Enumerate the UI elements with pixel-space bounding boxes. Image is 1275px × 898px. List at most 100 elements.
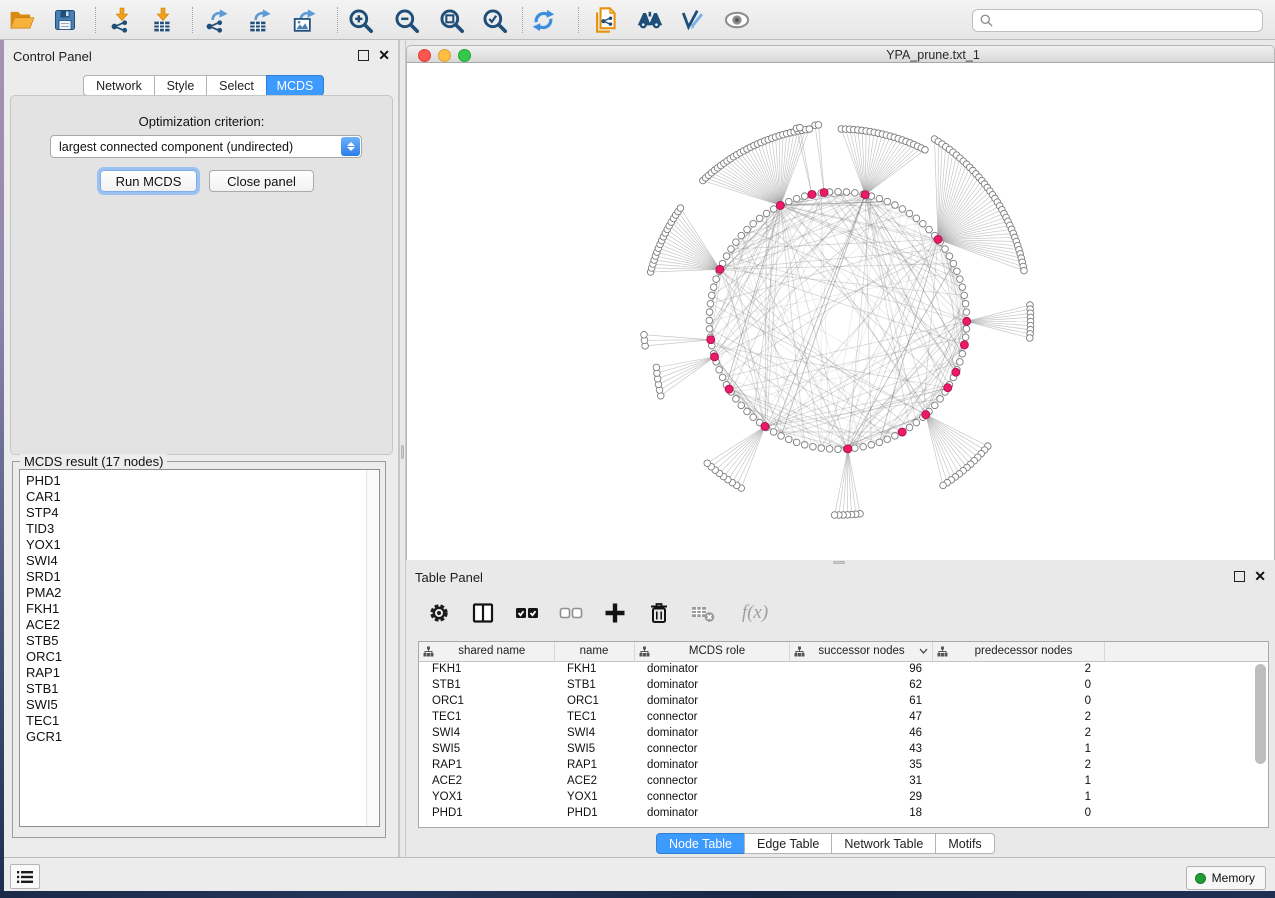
table-row[interactable]: RAP1RAP1dominator352 [419,757,1269,773]
table-cell[interactable]: 35 [789,757,932,773]
mcds-result-node[interactable]: ORC1 [26,649,379,665]
deselect-all-columns-icon[interactable] [558,600,584,626]
mcds-result-node[interactable]: FKH1 [26,601,379,617]
tab-network-table[interactable]: Network Table [831,833,936,854]
table-cell[interactable]: 1 [932,789,1104,805]
table-cell[interactable]: 0 [932,693,1104,709]
table-settings-icon[interactable] [426,600,452,626]
mcds-result-node[interactable]: STB1 [26,681,379,697]
column-header-shared-name[interactable]: shared name [419,642,554,661]
mcds-result-node[interactable]: STP4 [26,505,379,521]
table-cell[interactable]: STB1 [419,677,554,693]
export-image-icon[interactable] [291,6,319,34]
save-session-icon[interactable] [51,6,79,34]
table-row[interactable]: ORC1ORC1dominator610 [419,693,1269,709]
table-cell[interactable]: dominator [634,677,789,693]
add-column-icon[interactable] [602,600,628,626]
minimize-window-icon[interactable] [438,49,451,62]
table-cell[interactable]: connector [634,741,789,757]
column-header-successor-nodes[interactable]: successor nodes [789,642,932,661]
apply-layout-icon[interactable] [529,6,557,34]
column-header-predecessor-nodes[interactable]: predecessor nodes [932,642,1104,661]
table-cell[interactable]: SWI4 [554,725,634,741]
table-cell[interactable]: 61 [789,693,932,709]
close-panel-icon[interactable]: ✕ [378,50,390,61]
table-cell[interactable]: 0 [932,677,1104,693]
mcds-result-node[interactable]: RAP1 [26,665,379,681]
export-table-icon[interactable] [246,6,274,34]
zoom-fit-content-icon[interactable] [437,6,465,34]
tab-mcds[interactable]: MCDS [266,75,324,96]
delete-column-icon[interactable] [646,600,672,626]
float-panel-icon[interactable] [358,50,369,61]
table-cell[interactable]: 0 [932,805,1104,821]
table-cell[interactable]: dominator [634,661,789,677]
import-table-icon[interactable] [149,6,177,34]
table-cell[interactable]: connector [634,789,789,805]
mcds-result-node[interactable]: PHD1 [26,473,379,489]
table-cell[interactable]: 29 [789,789,932,805]
mcds-result-node[interactable]: GCR1 [26,729,379,745]
maximize-window-icon[interactable] [458,49,471,62]
run-mcds-button[interactable]: Run MCDS [100,170,197,192]
table-cell[interactable]: YOX1 [419,789,554,805]
table-cell[interactable]: 2 [932,709,1104,725]
table-cell[interactable]: 1 [932,741,1104,757]
table-cell[interactable]: RAP1 [554,757,634,773]
table-cell[interactable]: SWI4 [419,725,554,741]
import-network-icon[interactable] [108,6,136,34]
column-header-name[interactable]: name [554,642,634,661]
table-cell[interactable]: ACE2 [554,773,634,789]
mcds-result-list[interactable]: PHD1CAR1STP4TID3YOX1SWI4SRD1PMA2FKH1ACE2… [19,469,380,827]
search-input[interactable] [972,9,1263,32]
table-cell[interactable]: connector [634,709,789,725]
clone-network-icon[interactable] [593,6,621,34]
table-cell[interactable]: dominator [634,757,789,773]
mcds-list-scrollbar[interactable] [366,470,379,826]
table-cell[interactable]: PHD1 [419,805,554,821]
tab-node-table[interactable]: Node Table [656,833,745,854]
column-header-mcds-role[interactable]: MCDS role [634,642,789,661]
table-row[interactable]: SWI5SWI5connector431 [419,741,1269,757]
table-cell[interactable]: 2 [932,661,1104,677]
table-cell[interactable]: 2 [932,725,1104,741]
mcds-result-node[interactable]: SWI4 [26,553,379,569]
annotation-pen-icon[interactable] [678,6,706,34]
mcds-result-node[interactable]: TID3 [26,521,379,537]
mcds-result-node[interactable]: ACE2 [26,617,379,633]
table-cell[interactable]: ORC1 [554,693,634,709]
tab-motifs[interactable]: Motifs [935,833,994,854]
table-cell[interactable]: 31 [789,773,932,789]
task-history-button[interactable] [10,864,40,889]
table-cell[interactable]: ORC1 [419,693,554,709]
table-cell[interactable]: dominator [634,725,789,741]
table-cell[interactable]: RAP1 [419,757,554,773]
show-graphics-details-icon[interactable] [723,6,751,34]
table-cell[interactable]: 47 [789,709,932,725]
table-cell[interactable]: 2 [932,757,1104,773]
mcds-result-node[interactable]: SRD1 [26,569,379,585]
close-panel-icon[interactable]: ✕ [1254,571,1266,582]
network-canvas[interactable] [407,63,1274,559]
select-all-columns-icon[interactable] [514,600,540,626]
table-cell[interactable]: 96 [789,661,932,677]
zoom-selected-icon[interactable] [480,6,508,34]
table-cell[interactable]: 1 [932,773,1104,789]
table-cell[interactable]: YOX1 [554,789,634,805]
tab-style[interactable]: Style [154,75,207,96]
splitter-grip[interactable] [833,561,845,564]
tab-select[interactable]: Select [206,75,267,96]
search-network-icon[interactable] [636,6,664,34]
table-cell[interactable]: connector [634,773,789,789]
tab-network[interactable]: Network [83,75,155,96]
zoom-in-icon[interactable] [346,6,374,34]
vertical-splitter[interactable] [399,40,406,857]
table-cell[interactable]: FKH1 [554,661,634,677]
mcds-result-node[interactable]: YOX1 [26,537,379,553]
splitter-grip[interactable] [401,445,404,459]
table-cell[interactable]: 62 [789,677,932,693]
table-row[interactable]: TEC1TEC1connector472 [419,709,1269,725]
close-window-icon[interactable] [418,49,431,62]
table-row[interactable]: STB1STB1dominator620 [419,677,1269,693]
table-cell[interactable]: FKH1 [419,661,554,677]
